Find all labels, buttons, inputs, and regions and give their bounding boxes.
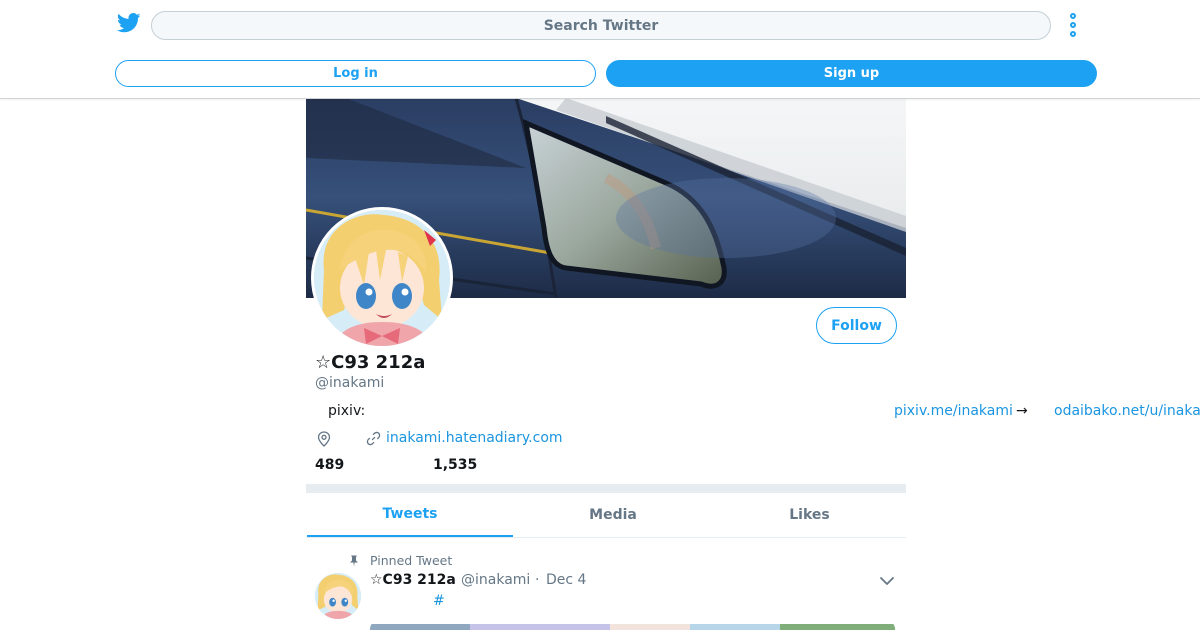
following-count[interactable]: 489	[315, 457, 344, 473]
link-icon	[366, 431, 381, 446]
search-input[interactable]: Search Twitter	[151, 11, 1051, 40]
tweet-separator: ·	[535, 572, 540, 588]
profile-avatar[interactable]	[311, 207, 453, 349]
tweet-author-name[interactable]: ☆C93 212a	[370, 572, 456, 588]
followers-count[interactable]: 1,535	[433, 457, 477, 473]
location-pin-icon	[317, 431, 331, 447]
more-vertical-icon[interactable]	[1066, 12, 1080, 38]
search-placeholder: Search Twitter	[543, 17, 659, 34]
profile-handle[interactable]: @inakami	[315, 375, 384, 391]
tweet-author-avatar[interactable]	[315, 573, 361, 619]
pin-icon	[350, 555, 358, 567]
chevron-down-icon[interactable]	[879, 575, 895, 587]
profile-display-name: ☆C93 212a	[315, 352, 426, 373]
tab-media[interactable]: Media	[513, 493, 713, 537]
tab-tweets[interactable]: Tweets	[307, 493, 513, 537]
tweet-hashtag-link[interactable]: #	[433, 593, 445, 609]
login-button[interactable]: Log in	[115, 60, 596, 87]
twitter-bird-icon[interactable]	[117, 12, 141, 34]
bio-arrow: →	[1016, 403, 1028, 419]
section-divider	[306, 484, 906, 493]
tweet-date[interactable]: Dec 4	[546, 572, 586, 588]
profile-tabs: Tweets Media Likes	[306, 493, 906, 538]
bio-link-pixiv[interactable]: pixiv.me/inakami	[894, 403, 1013, 419]
top-navigation-bar: Search Twitter Log in Sign up	[0, 0, 1200, 99]
tab-likes[interactable]: Likes	[713, 493, 906, 537]
bio-link-odaibako[interactable]: odaibako.net/u/inakami	[1054, 403, 1200, 419]
pinned-tweet-label: Pinned Tweet	[370, 553, 453, 568]
tweet-author-handle[interactable]: @inakami	[461, 572, 530, 588]
signup-button[interactable]: Sign up	[606, 60, 1097, 87]
bio-text: pixiv:	[328, 403, 366, 419]
profile-website-link[interactable]: inakami.hatenadiary.com	[386, 430, 563, 446]
tweet-media-image[interactable]	[370, 621, 895, 630]
follow-button[interactable]: Follow	[816, 307, 897, 344]
